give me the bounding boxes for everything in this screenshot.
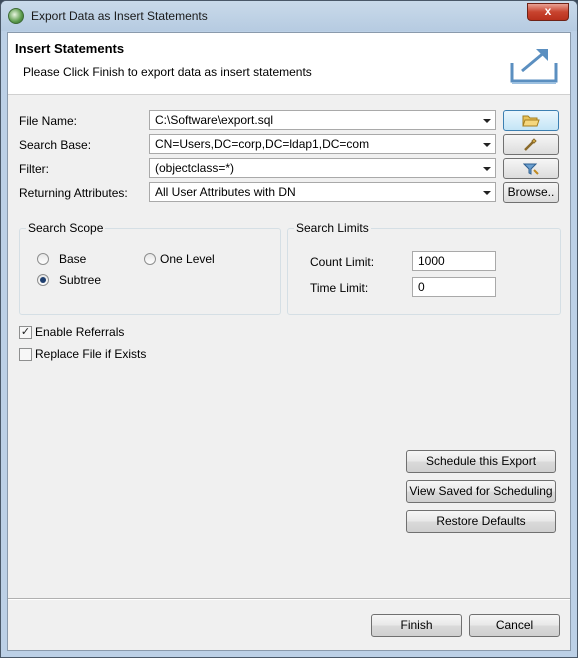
search-base-combo[interactable]: CN=Users,DC=corp,DC=ldap1,DC=com xyxy=(149,134,496,154)
view-saved-scheduling-button[interactable]: View Saved for Scheduling xyxy=(406,480,556,503)
search-base-label: Search Base: xyxy=(19,138,92,152)
folder-open-icon xyxy=(522,115,540,127)
finish-button[interactable]: Finish xyxy=(371,614,462,637)
restore-defaults-button[interactable]: Restore Defaults xyxy=(406,510,556,533)
filter-value: (objectclass=*) xyxy=(155,161,235,175)
export-icon xyxy=(510,49,558,84)
browse-button[interactable]: Browse.. xyxy=(503,182,559,203)
returning-attributes-combo[interactable]: All User Attributes with DN xyxy=(149,182,496,202)
chevron-down-icon[interactable] xyxy=(483,191,491,195)
dialog-header: Insert Statements Please Click Finish to… xyxy=(8,33,570,95)
search-limits-title: Search Limits xyxy=(294,221,371,235)
window-title: Export Data as Insert Statements xyxy=(31,9,208,23)
cancel-button[interactable]: Cancel xyxy=(469,614,560,637)
count-limit-label: Count Limit: xyxy=(310,255,375,269)
page-description: Please Click Finish to export data as in… xyxy=(23,65,312,79)
time-limit-input[interactable]: 0 xyxy=(412,277,496,297)
time-limit-label: Time Limit: xyxy=(310,281,369,295)
filter-label: Filter: xyxy=(19,162,49,176)
file-name-combo[interactable]: C:\Software\export.sql xyxy=(149,110,496,130)
filter-editor-button[interactable] xyxy=(503,158,559,179)
search-scope-group: Search Scope Base One Level Subtree xyxy=(19,221,281,315)
file-name-label: File Name: xyxy=(19,114,78,128)
wand-icon xyxy=(524,138,537,151)
replace-file-checkbox[interactable] xyxy=(19,348,32,361)
close-button[interactable]: x xyxy=(527,3,569,21)
chevron-down-icon[interactable] xyxy=(483,143,491,147)
returning-attributes-value: All User Attributes with DN xyxy=(155,185,296,199)
chevron-down-icon[interactable] xyxy=(483,119,491,123)
schedule-export-button[interactable]: Schedule this Export xyxy=(406,450,556,473)
file-name-value: C:\Software\export.sql xyxy=(155,113,274,127)
dialog-client-area: Insert Statements Please Click Finish to… xyxy=(7,32,571,651)
search-base-picker-button[interactable] xyxy=(503,134,559,155)
filter-icon xyxy=(522,163,539,175)
enable-referrals-label[interactable]: Enable Referrals xyxy=(35,325,124,339)
replace-file-label[interactable]: Replace File if Exists xyxy=(35,347,146,361)
chevron-down-icon[interactable] xyxy=(483,167,491,171)
scope-base-radio[interactable] xyxy=(37,253,49,265)
returning-attributes-label: Returning Attributes: xyxy=(19,186,128,200)
enable-referrals-checkbox[interactable]: ✓ xyxy=(19,326,32,339)
open-folder-button[interactable] xyxy=(503,110,559,131)
title-bar[interactable]: Export Data as Insert Statements x xyxy=(1,1,577,31)
scope-subtree-radio[interactable] xyxy=(37,274,49,286)
app-icon xyxy=(8,8,24,24)
filter-combo[interactable]: (objectclass=*) xyxy=(149,158,496,178)
scope-base-label[interactable]: Base xyxy=(59,252,86,266)
search-limits-group: Search Limits Count Limit: 1000 Time Lim… xyxy=(287,221,561,315)
search-scope-title: Search Scope xyxy=(26,221,106,235)
scope-one-level-label[interactable]: One Level xyxy=(160,252,215,266)
page-title: Insert Statements xyxy=(15,41,125,56)
footer-separator xyxy=(8,598,570,600)
scope-subtree-label[interactable]: Subtree xyxy=(59,273,101,287)
export-dialog-window: Export Data as Insert Statements x Inser… xyxy=(0,0,578,658)
count-limit-input[interactable]: 1000 xyxy=(412,251,496,271)
scope-one-level-radio[interactable] xyxy=(144,253,156,265)
search-base-value: CN=Users,DC=corp,DC=ldap1,DC=com xyxy=(155,137,370,151)
